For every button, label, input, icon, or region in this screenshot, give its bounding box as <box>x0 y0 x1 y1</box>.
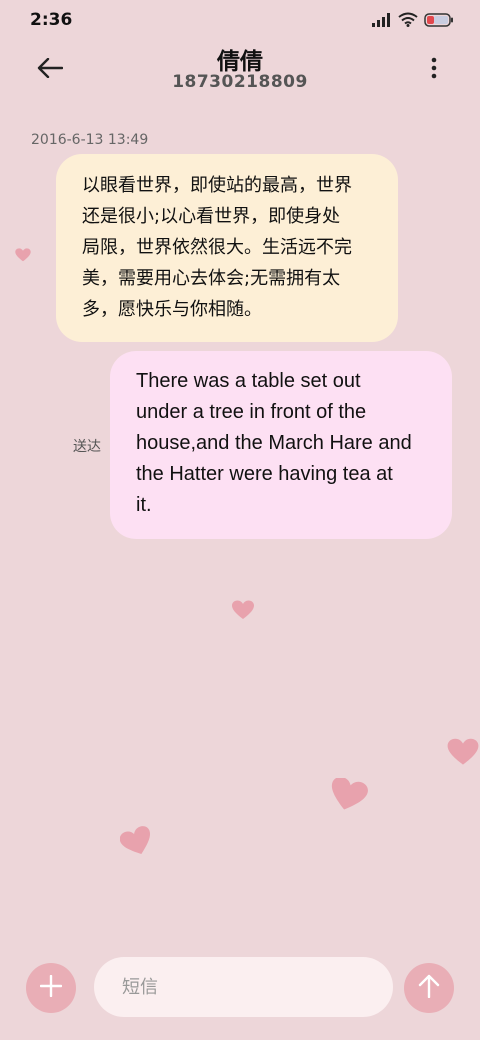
status-time: 2:36 <box>30 10 73 30</box>
wifi-icon <box>398 12 418 31</box>
heart-icon <box>328 776 368 816</box>
signal-icon <box>372 12 392 31</box>
add-attachment-button[interactable] <box>26 963 76 1013</box>
more-vertical-icon <box>431 57 437 83</box>
heart-icon <box>14 247 32 266</box>
contact-number: 18730218809 <box>172 72 308 92</box>
contact-name: 倩倩 <box>217 49 263 75</box>
message-line: it. <box>136 494 152 516</box>
battery-icon <box>424 12 454 31</box>
plus-icon <box>39 974 63 1001</box>
conversation-header: 倩倩 18730218809 <box>0 40 480 100</box>
message-line: under a tree in front of the <box>136 401 367 423</box>
message-line: house,and the March Hare and <box>136 432 412 454</box>
heart-icon <box>229 600 257 624</box>
status-icons <box>372 12 454 31</box>
message-line: 以眼看世界，即使站的最高，世界 <box>82 175 352 196</box>
message-line: 局限，世界依然很大。生活远不完 <box>82 237 352 258</box>
message-line: 多，愿快乐与你相随。 <box>82 299 262 320</box>
message-input[interactable] <box>94 957 393 1017</box>
heart-icon <box>446 738 480 770</box>
status-bar: 2:36 <box>0 0 480 40</box>
message-line: There was a table set out <box>136 370 361 392</box>
message-line: the Hatter were having tea at <box>136 463 393 485</box>
incoming-message-bubble[interactable]: 以眼看世界，即使站的最高，世界 还是很小;以心看世界，即使身处 局限，世界依然很… <box>56 154 398 342</box>
delivery-status: 送达 <box>73 439 101 455</box>
more-options-button[interactable] <box>422 54 446 86</box>
heart-icon <box>119 826 154 862</box>
outgoing-message-bubble[interactable]: There was a table set out under a tree i… <box>110 351 452 539</box>
message-composer <box>0 950 480 1030</box>
message-line: 还是很小;以心看世界，即使身处 <box>82 206 341 227</box>
message-timestamp: 2016-6-13 13:49 <box>31 132 149 148</box>
send-button[interactable] <box>404 963 454 1013</box>
message-line: 美，需要用心去体会;无需拥有太 <box>82 268 341 289</box>
send-arrow-icon <box>418 974 440 1002</box>
